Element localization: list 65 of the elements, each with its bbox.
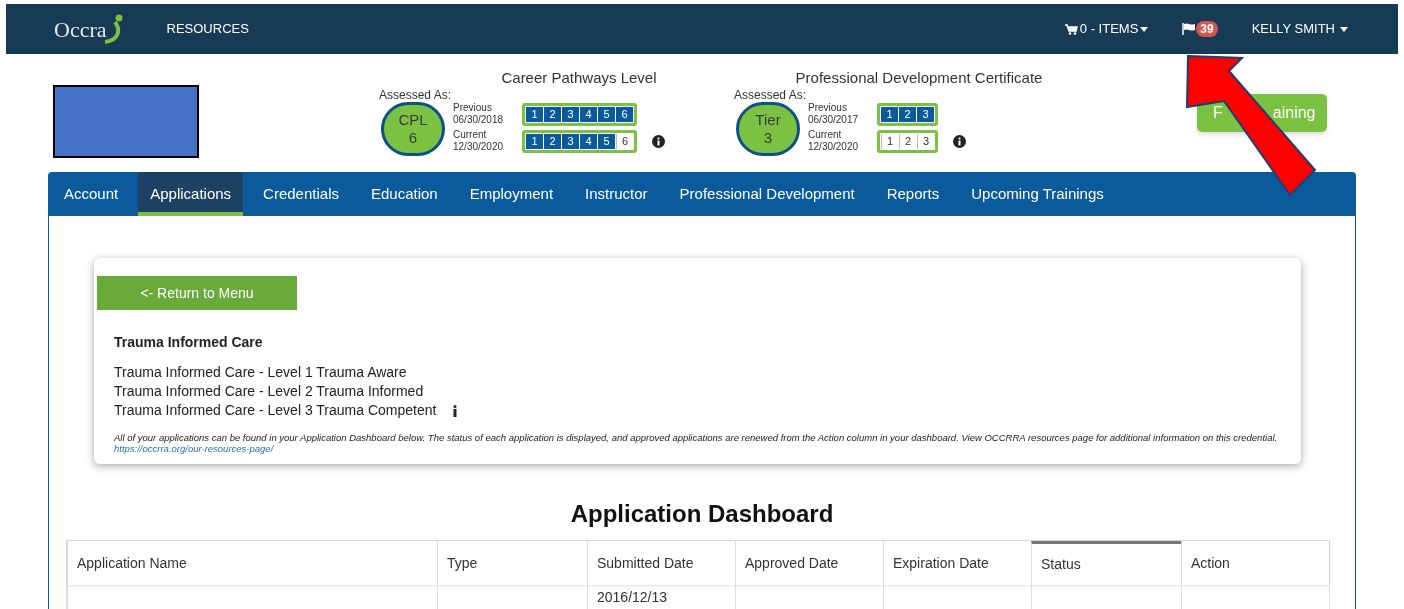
row-label: Current: [453, 129, 488, 141]
date-text: 12/30/2020: [808, 141, 860, 153]
level-step: 4: [580, 106, 597, 122]
column-header[interactable]: Status: [1031, 541, 1181, 585]
level-step: 2: [544, 133, 561, 149]
column-header[interactable]: Expiration Date: [883, 541, 1031, 585]
column-header[interactable]: Application Name: [67, 541, 437, 585]
credential-level: Trauma Informed Care - Level 3 Trauma Competent: [114, 401, 437, 420]
cart-icon: [1064, 23, 1078, 35]
tab[interactable]: Employment: [457, 172, 566, 216]
dashboard-title: Application Dashboard: [569, 499, 835, 529]
table-cell: 2016/12/13: [597, 589, 668, 605]
date-text: 12/30/2020: [453, 141, 505, 153]
level-step: 5: [598, 106, 615, 122]
row-label: Previous: [453, 102, 493, 114]
note-text: All of your applications can be found in your Application Dashboard below. The status of each application is displayed, and approved applications are renewed from the Action column in your dashboard. View OCCRRA resources page for additional information on this credential. https://occrra.org/our-resources-page/: [114, 432, 1279, 454]
flag-icon: [1182, 23, 1197, 35]
tab[interactable]: Reports: [874, 172, 952, 216]
tab[interactable]: Instructor: [573, 172, 660, 216]
tab[interactable]: Applications: [138, 172, 244, 216]
row-label: Current: [808, 129, 843, 141]
column-header[interactable]: Approved Date: [735, 541, 883, 585]
section-title: Career Pathways Level: [501, 68, 657, 88]
level-step: 3: [562, 106, 579, 122]
section-title: Professional Development Certificate: [795, 68, 1043, 88]
count-badge: 39: [1196, 21, 1218, 37]
level-step: 1: [526, 106, 543, 122]
tab[interactable]: Professional Development: [667, 172, 867, 216]
level-step: 4: [580, 133, 597, 149]
column-header[interactable]: Action: [1181, 541, 1329, 585]
tab[interactable]: Account: [52, 172, 131, 216]
level-badge: Tier 3: [736, 102, 800, 156]
info-icon[interactable]: [953, 134, 966, 148]
caret-icon: [1140, 26, 1149, 32]
level-step: 5: [598, 133, 615, 149]
nav-link[interactable]: RESOURCES: [166, 19, 249, 39]
level-step: 6: [616, 106, 633, 122]
notifications-button[interactable]: 39: [1182, 21, 1218, 37]
row-label: Previous: [808, 102, 848, 114]
logo-text[interactable]: Occra: [54, 12, 107, 46]
column-header[interactable]: Submitted Date: [587, 541, 735, 585]
info-icon[interactable]: [452, 404, 459, 417]
level-badge: CPL 6: [381, 102, 445, 156]
level-step: 2: [544, 106, 561, 122]
credential-level: Trauma Informed Care - Level 2 Trauma Informed: [114, 382, 424, 401]
assessed-label: Assessed As:: [379, 88, 452, 102]
level-step: 1: [881, 106, 898, 122]
date-text: 06/30/2017: [808, 114, 860, 126]
level-step: 1: [526, 133, 543, 149]
level-step: 3: [562, 133, 579, 149]
cart-menu[interactable]: 0 - ITEMS: [1064, 19, 1149, 39]
info-icon[interactable]: [652, 134, 665, 148]
assessed-label: Assessed As:: [734, 88, 807, 102]
level-step: 3: [917, 106, 934, 122]
date-text: 06/30/2018: [453, 114, 505, 126]
tab[interactable]: Upcoming Trainings: [959, 172, 1116, 216]
tab[interactable]: Education: [358, 172, 450, 216]
credential-level: Trauma Informed Care - Level 1 Trauma Aware: [114, 363, 407, 382]
caret-icon: [1340, 26, 1348, 32]
level-step: 2: [899, 106, 916, 122]
resources-link[interactable]: https://occrra.org/our-resources-page/: [114, 443, 274, 454]
column-header[interactable]: Type: [437, 541, 587, 585]
card-title: Trauma Informed Care: [114, 333, 264, 352]
user-menu[interactable]: KELLY SMITH: [1251, 19, 1348, 39]
tab[interactable]: Credentials: [251, 172, 351, 216]
